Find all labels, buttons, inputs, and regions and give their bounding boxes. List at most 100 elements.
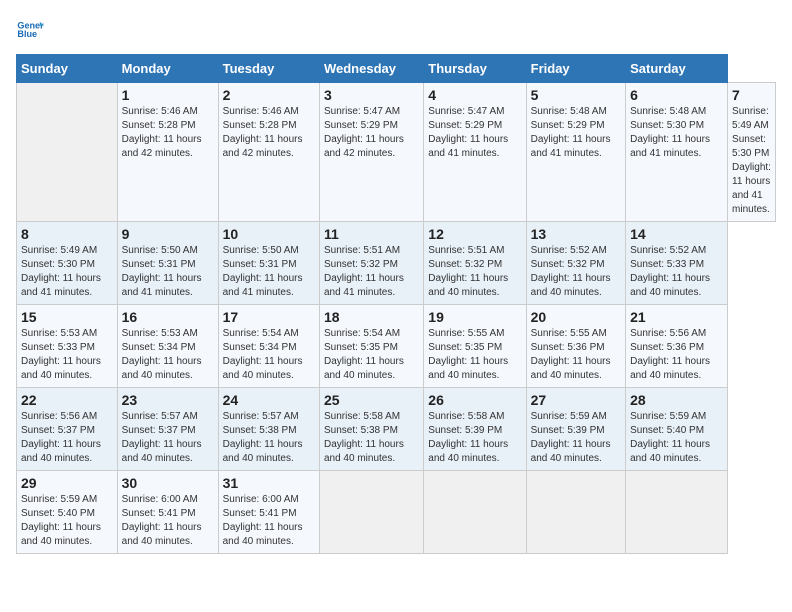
day-number: 2 <box>223 87 315 103</box>
logo: General Blue <box>16 16 44 44</box>
day-number: 22 <box>21 392 113 408</box>
calendar-day-cell: 25 Sunrise: 5:58 AMSunset: 5:38 PMDayligh… <box>319 388 423 471</box>
day-info: Sunrise: 5:52 AMSunset: 5:32 PMDaylight:… <box>531 244 621 300</box>
day-info: Sunrise: 5:51 AMSunset: 5:32 PMDaylight:… <box>324 244 419 300</box>
logo-icon: General Blue <box>16 16 44 44</box>
calendar-day-cell: 22 Sunrise: 5:56 AMSunset: 5:37 PMDayligh… <box>17 388 118 471</box>
weekday-header: Thursday <box>424 55 526 83</box>
day-number: 3 <box>324 87 419 103</box>
svg-text:Blue: Blue <box>17 29 37 39</box>
day-number: 20 <box>531 309 621 325</box>
day-info: Sunrise: 5:59 AMSunset: 5:40 PMDaylight:… <box>21 493 113 549</box>
day-info: Sunrise: 5:46 AMSunset: 5:28 PMDaylight:… <box>122 105 214 161</box>
calendar-day-cell: 19 Sunrise: 5:55 AMSunset: 5:35 PMDayligh… <box>424 305 526 388</box>
day-number: 18 <box>324 309 419 325</box>
day-number: 15 <box>21 309 113 325</box>
calendar-day-cell: 28 Sunrise: 5:59 AMSunset: 5:40 PMDayligh… <box>626 388 728 471</box>
calendar-day-cell: 1 Sunrise: 5:46 AMSunset: 5:28 PMDaylight… <box>117 83 218 222</box>
day-number: 6 <box>630 87 723 103</box>
calendar-day-cell: 17Sunrise: 5:54 AMSunset: 5:34 PMDayligh… <box>218 305 319 388</box>
day-info: Sunrise: 5:51 AMSunset: 5:32 PMDaylight:… <box>428 244 521 300</box>
day-info: Sunrise: 5:46 AMSunset: 5:28 PMDaylight:… <box>223 105 315 161</box>
day-number: 1 <box>122 87 214 103</box>
day-info: Sunrise: 5:47 AMSunset: 5:29 PMDaylight:… <box>324 105 419 161</box>
calendar-day-cell: 16Sunrise: 5:53 AMSunset: 5:34 PMDayligh… <box>117 305 218 388</box>
calendar-day-cell <box>626 471 728 554</box>
calendar-day-cell: 4Sunrise: 5:47 AMSunset: 5:29 PMDaylight… <box>424 83 526 222</box>
day-number: 13 <box>531 226 621 242</box>
calendar-week-row: 8 Sunrise: 5:49 AMSunset: 5:30 PMDaylight… <box>17 222 776 305</box>
day-info: Sunrise: 5:59 AMSunset: 5:40 PMDaylight:… <box>630 410 723 466</box>
day-info: Sunrise: 5:49 AMSunset: 5:30 PMDaylight:… <box>21 244 113 300</box>
weekday-header: Tuesday <box>218 55 319 83</box>
day-info: Sunrise: 5:48 AMSunset: 5:30 PMDaylight:… <box>630 105 723 161</box>
calendar-day-cell: 18 Sunrise: 5:54 AMSunset: 5:35 PMDayligh… <box>319 305 423 388</box>
calendar-day-cell: 8 Sunrise: 5:49 AMSunset: 5:30 PMDaylight… <box>17 222 118 305</box>
calendar-day-cell: 10 Sunrise: 5:50 AMSunset: 5:31 PMDayligh… <box>218 222 319 305</box>
day-info: Sunrise: 5:48 AMSunset: 5:29 PMDaylight:… <box>531 105 621 161</box>
day-info: Sunrise: 5:57 AMSunset: 5:37 PMDaylight:… <box>122 410 214 466</box>
day-number: 17 <box>223 309 315 325</box>
day-number: 10 <box>223 226 315 242</box>
calendar-day-cell: 31 Sunrise: 6:00 AMSunset: 5:41 PMDayligh… <box>218 471 319 554</box>
day-info: Sunrise: 5:53 AMSunset: 5:33 PMDaylight:… <box>21 327 113 383</box>
day-info: Sunrise: 5:50 AMSunset: 5:31 PMDaylight:… <box>122 244 214 300</box>
calendar-day-cell: 2 Sunrise: 5:46 AMSunset: 5:28 PMDaylight… <box>218 83 319 222</box>
day-number: 30 <box>122 475 214 491</box>
calendar-day-cell: 14 Sunrise: 5:52 AMSunset: 5:33 PMDayligh… <box>626 222 728 305</box>
calendar-day-cell <box>17 83 118 222</box>
day-number: 23 <box>122 392 214 408</box>
day-number: 28 <box>630 392 723 408</box>
day-number: 19 <box>428 309 521 325</box>
calendar-week-row: 22 Sunrise: 5:56 AMSunset: 5:37 PMDayligh… <box>17 388 776 471</box>
calendar-day-cell: 6 Sunrise: 5:48 AMSunset: 5:30 PMDaylight… <box>626 83 728 222</box>
day-number: 16 <box>122 309 214 325</box>
calendar-day-cell <box>319 471 423 554</box>
calendar-week-row: 1 Sunrise: 5:46 AMSunset: 5:28 PMDaylight… <box>17 83 776 222</box>
calendar-day-cell: 26 Sunrise: 5:58 AMSunset: 5:39 PMDayligh… <box>424 388 526 471</box>
day-number: 31 <box>223 475 315 491</box>
weekday-header: Friday <box>526 55 625 83</box>
day-number: 9 <box>122 226 214 242</box>
day-info: Sunrise: 5:57 AMSunset: 5:38 PMDaylight:… <box>223 410 315 466</box>
day-info: Sunrise: 5:54 AMSunset: 5:35 PMDaylight:… <box>324 327 419 383</box>
calendar-header-row: SundayMondayTuesdayWednesdayThursdayFrid… <box>17 55 776 83</box>
day-number: 26 <box>428 392 521 408</box>
calendar-day-cell: 24 Sunrise: 5:57 AMSunset: 5:38 PMDayligh… <box>218 388 319 471</box>
day-info: Sunrise: 5:58 AMSunset: 5:39 PMDaylight:… <box>428 410 521 466</box>
calendar-day-cell: 5 Sunrise: 5:48 AMSunset: 5:29 PMDaylight… <box>526 83 625 222</box>
calendar-day-cell: 12 Sunrise: 5:51 AMSunset: 5:32 PMDayligh… <box>424 222 526 305</box>
day-number: 14 <box>630 226 723 242</box>
calendar-day-cell: 20Sunrise: 5:55 AMSunset: 5:36 PMDayligh… <box>526 305 625 388</box>
day-number: 8 <box>21 226 113 242</box>
day-info: Sunrise: 5:59 AMSunset: 5:39 PMDaylight:… <box>531 410 621 466</box>
calendar-table: SundayMondayTuesdayWednesdayThursdayFrid… <box>16 54 776 554</box>
calendar-day-cell <box>424 471 526 554</box>
calendar-day-cell: 11Sunrise: 5:51 AMSunset: 5:32 PMDayligh… <box>319 222 423 305</box>
day-number: 4 <box>428 87 521 103</box>
day-info: Sunrise: 6:00 AMSunset: 5:41 PMDaylight:… <box>223 493 315 549</box>
calendar-week-row: 15 Sunrise: 5:53 AMSunset: 5:33 PMDayligh… <box>17 305 776 388</box>
day-number: 7 <box>732 87 771 103</box>
day-info: Sunrise: 5:55 AMSunset: 5:35 PMDaylight:… <box>428 327 521 383</box>
day-number: 27 <box>531 392 621 408</box>
calendar-day-cell: 21Sunrise: 5:56 AMSunset: 5:36 PMDayligh… <box>626 305 728 388</box>
calendar-day-cell: 15 Sunrise: 5:53 AMSunset: 5:33 PMDayligh… <box>17 305 118 388</box>
day-info: Sunrise: 5:50 AMSunset: 5:31 PMDaylight:… <box>223 244 315 300</box>
day-number: 21 <box>630 309 723 325</box>
day-info: Sunrise: 5:52 AMSunset: 5:33 PMDaylight:… <box>630 244 723 300</box>
day-info: Sunrise: 5:56 AMSunset: 5:37 PMDaylight:… <box>21 410 113 466</box>
day-info: Sunrise: 6:00 AMSunset: 5:41 PMDaylight:… <box>122 493 214 549</box>
day-number: 5 <box>531 87 621 103</box>
calendar-day-cell: 23 Sunrise: 5:57 AMSunset: 5:37 PMDayligh… <box>117 388 218 471</box>
calendar-day-cell: 3 Sunrise: 5:47 AMSunset: 5:29 PMDaylight… <box>319 83 423 222</box>
day-info: Sunrise: 5:58 AMSunset: 5:38 PMDaylight:… <box>324 410 419 466</box>
day-number: 25 <box>324 392 419 408</box>
calendar-week-row: 29 Sunrise: 5:59 AMSunset: 5:40 PMDayligh… <box>17 471 776 554</box>
day-number: 24 <box>223 392 315 408</box>
day-info: Sunrise: 5:49 AMSunset: 5:30 PMDaylight:… <box>732 105 771 217</box>
page-header: General Blue <box>16 16 776 44</box>
day-number: 12 <box>428 226 521 242</box>
calendar-day-cell: 30 Sunrise: 6:00 AMSunset: 5:41 PMDayligh… <box>117 471 218 554</box>
day-number: 29 <box>21 475 113 491</box>
